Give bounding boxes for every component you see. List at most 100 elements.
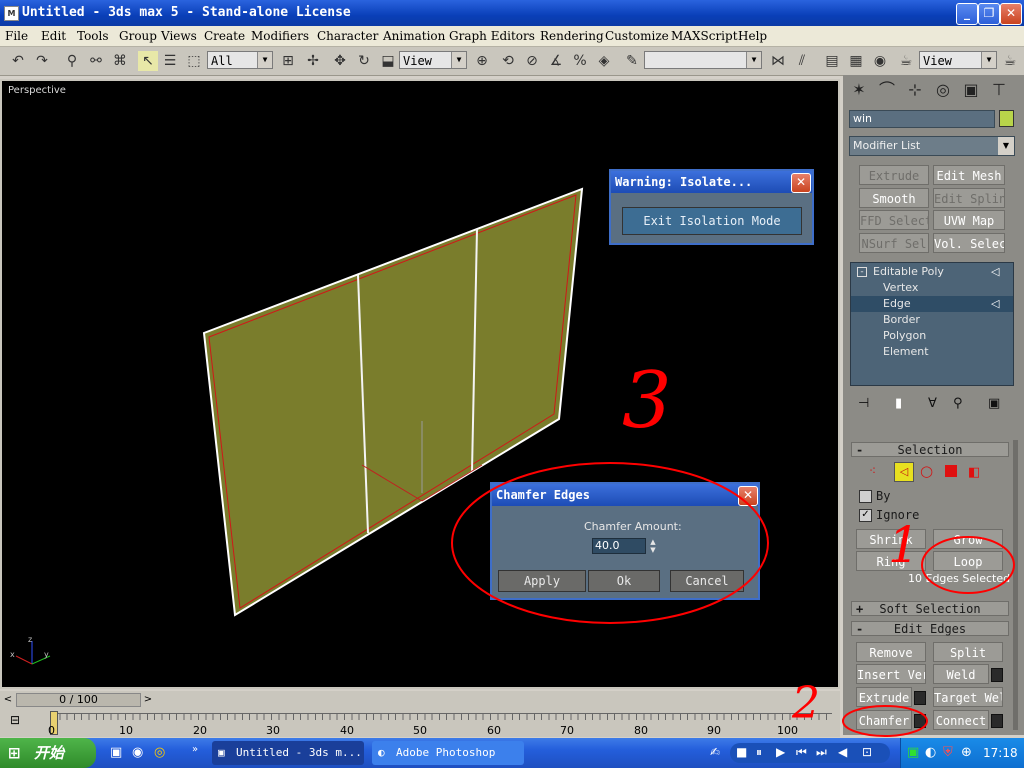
create-tab-icon[interactable]: ✶ <box>848 79 870 101</box>
selection-filter-dropdown[interactable]: All ▼ <box>207 51 273 69</box>
restore-button[interactable]: ❐ <box>978 3 1000 25</box>
angle-snap-icon[interactable]: ∡ <box>546 51 566 71</box>
quick-launch-expand-icon[interactable]: » <box>192 744 198 755</box>
cancel-button[interactable]: Cancel <box>670 570 744 592</box>
track-view-icon[interactable]: ▤ <box>822 51 842 71</box>
exit-isolation-mode-button[interactable]: Exit Isolation Mode <box>622 207 802 235</box>
antivirus-icon[interactable]: ◐ <box>925 745 936 760</box>
pause-icon[interactable]: ⏸ <box>756 745 762 760</box>
ignore-backfacing-checkbox[interactable]: ✓ <box>859 509 872 522</box>
weld-settings-button[interactable] <box>991 668 1003 682</box>
close-icon[interactable]: ✕ <box>791 173 811 193</box>
play-icon[interactable]: ▶ <box>776 745 785 759</box>
loop-button[interactable]: Loop <box>933 551 1003 571</box>
fullscreen-icon[interactable]: ⊡ <box>862 745 872 759</box>
object-color-swatch[interactable] <box>999 110 1014 127</box>
previous-frame-icon[interactable]: < <box>2 693 14 707</box>
selection-rollout-header[interactable]: - Selection <box>851 442 1009 457</box>
percent-snap-icon[interactable]: % <box>570 51 590 71</box>
mini-curve-editor-icon[interactable]: ⊟ <box>10 713 20 727</box>
show-end-result-icon[interactable]: ▮ <box>895 396 902 411</box>
modifier-extrude-button[interactable]: Extrude <box>859 165 929 185</box>
snap-toggle-icon[interactable]: ⊘ <box>522 51 542 71</box>
split-button[interactable]: Split <box>933 642 1003 662</box>
undo-icon[interactable]: ↶ <box>8 51 28 71</box>
align-icon[interactable]: ⫽ <box>792 51 812 71</box>
modifier-ffd-select-button[interactable]: FFD Select <box>859 210 929 230</box>
minimize-button[interactable]: _ <box>956 3 978 25</box>
menu-help[interactable]: Help <box>738 29 767 43</box>
grow-button[interactable]: Grow <box>933 529 1003 549</box>
connect-settings-button[interactable] <box>991 714 1003 728</box>
hierarchy-tab-icon[interactable]: ⊹ <box>904 79 926 101</box>
select-region-icon[interactable]: ⬚ <box>184 51 204 71</box>
chamfer-settings-button[interactable] <box>914 714 926 728</box>
stack-item-polygon[interactable]: Polygon <box>851 328 1013 344</box>
vertex-mode-icon[interactable]: ⁖ <box>869 464 876 478</box>
next-frame-icon[interactable]: > <box>142 693 154 707</box>
apply-button[interactable]: Apply <box>498 570 586 592</box>
named-selection-set-dropdown[interactable]: ▼ <box>644 51 762 69</box>
time-slider-thumb[interactable]: 0 / 100 <box>16 693 141 707</box>
stack-item-vertex[interactable]: Vertex <box>851 280 1013 296</box>
polygon-mode-icon[interactable] <box>945 465 957 477</box>
menu-edit[interactable]: Edit <box>41 29 66 43</box>
app-icon[interactable]: M <box>4 6 19 21</box>
motion-tab-icon[interactable]: ◎ <box>932 79 954 101</box>
edge-mode-icon[interactable]: ◁ <box>894 462 914 482</box>
select-move-icon[interactable]: ✢ <box>303 51 323 71</box>
chamfer-amount-input[interactable]: 40.0 <box>592 538 646 554</box>
taskbar-3dsmax-button[interactable]: ▣ Untitled - 3ds m... <box>212 741 364 765</box>
redo-icon[interactable]: ↷ <box>32 51 52 71</box>
network-icon[interactable]: ▣ <box>907 745 919 760</box>
stack-item-editable-poly[interactable]: - Editable Poly ◁ <box>851 264 1013 280</box>
select-manipulate-icon[interactable]: ⟲ <box>498 51 518 71</box>
rotate-icon[interactable]: ↻ <box>354 51 374 71</box>
display-tab-icon[interactable]: ▣ <box>960 79 982 101</box>
unlink-icon[interactable]: ⚯ <box>86 51 106 71</box>
pin-stack-icon[interactable]: ⊣ <box>858 396 869 411</box>
previous-track-icon[interactable]: ⏮ <box>796 745 807 760</box>
element-mode-icon[interactable]: ◧ <box>968 465 980 480</box>
weld-button[interactable]: Weld <box>933 664 989 684</box>
render-type-dropdown[interactable]: View ▼ <box>919 51 997 69</box>
modifier-edit-mesh-button[interactable]: Edit Mesh <box>933 165 1005 185</box>
input-method-icon[interactable]: ⊕ <box>961 745 972 760</box>
browser-icon[interactable]: ◎ <box>154 745 165 760</box>
ok-button[interactable]: Ok <box>588 570 660 592</box>
taskbar-photoshop-button[interactable]: ◐ Adobe Photoshop <box>372 741 524 765</box>
remove-button[interactable]: Remove <box>856 642 926 662</box>
stack-item-edge[interactable]: Edge ◁ <box>851 296 1013 312</box>
chamfer-amount-spinner[interactable]: ▲ ▼ <box>648 538 658 554</box>
stack-item-border[interactable]: Border <box>851 312 1013 328</box>
menu-create[interactable]: Create <box>204 29 245 43</box>
start-button[interactable]: ⊞ 开始 <box>0 738 96 768</box>
collapse-icon[interactable]: - <box>857 267 867 277</box>
modifier-vol-select-button[interactable]: Vol. Select <box>933 233 1005 253</box>
quick-render-icon[interactable]: ☕ <box>1000 51 1020 71</box>
extrude-settings-button[interactable] <box>914 691 926 705</box>
modifier-list-dropdown[interactable]: Modifier List ▼ <box>849 136 1015 156</box>
panel-scrollbar[interactable] <box>1013 440 1018 730</box>
menu-group[interactable]: Group <box>119 29 157 43</box>
border-mode-icon[interactable]: ○ <box>920 462 933 480</box>
remove-modifier-icon[interactable]: ⚲ <box>953 396 963 411</box>
reference-coordinate-dropdown[interactable]: View ▼ <box>399 51 467 69</box>
close-icon[interactable]: ✕ <box>738 486 758 506</box>
by-vertex-checkbox[interactable] <box>859 490 872 503</box>
schematic-view-icon[interactable]: ▦ <box>846 51 866 71</box>
clock[interactable]: 17:18 <box>983 746 1018 760</box>
stack-item-element[interactable]: Element <box>851 344 1013 360</box>
bind-space-warp-icon[interactable]: ⌘ <box>110 51 130 71</box>
render-scene-icon[interactable]: ☕ <box>896 51 916 71</box>
security-shield-icon[interactable]: ⛨ <box>943 745 953 760</box>
modifier-nsurf-sel-button[interactable]: NSurf Sel <box>859 233 929 253</box>
insert-vertex-button[interactable]: Insert Vertex <box>856 664 926 684</box>
track-bar[interactable]: ⊟ 0 10 20 30 40 50 60 70 80 90 100 <box>0 709 840 737</box>
ime-icon[interactable]: ✍ <box>710 745 720 759</box>
select-object-icon[interactable]: ↖ <box>138 51 158 71</box>
stop-icon[interactable]: ■ <box>736 745 747 759</box>
close-button[interactable]: ✕ <box>1000 3 1022 25</box>
object-name-field[interactable]: win <box>849 110 995 128</box>
menu-rendering[interactable]: Rendering <box>540 29 604 43</box>
